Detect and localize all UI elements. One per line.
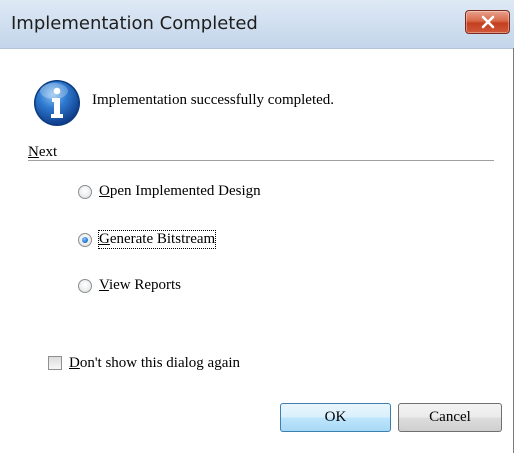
dialog-window: Implementation Completed Implementation … [0,0,514,453]
dont-show-again-checkbox[interactable] [48,356,62,370]
cancel-button[interactable]: Cancel [398,403,502,432]
window-title: Implementation Completed [11,13,258,34]
title-bar[interactable]: Implementation Completed [0,0,514,49]
ok-button[interactable]: OK [280,403,391,432]
next-group-separator [28,160,494,162]
close-x-icon [481,15,495,29]
radio-button-selected[interactable] [78,233,92,247]
radio-label: Generate Bitstream [97,230,217,249]
radio-button[interactable] [78,185,92,199]
radio-button[interactable] [78,279,92,293]
radio-label: View Reports [99,277,182,293]
info-message: Implementation successfully completed. [92,92,335,108]
next-group-label: Next [28,144,58,160]
dont-show-again-label: Don't show this dialog again [69,355,241,371]
close-button[interactable] [465,10,510,34]
radio-label: Open Implemented Design [99,183,261,199]
info-icon [34,80,80,126]
